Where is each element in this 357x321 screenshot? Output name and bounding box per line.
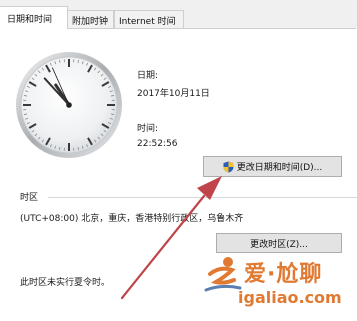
time-label: 时间:: [137, 124, 159, 134]
tab-internet-time[interactable]: Internet 时间: [114, 10, 184, 29]
change-timezone-label: 更改时区(Z)...: [250, 239, 308, 250]
uac-shield-icon: [223, 161, 234, 173]
clock-center-pin: [66, 102, 72, 108]
date-label: 日期:: [137, 71, 159, 81]
tab-additional-clocks[interactable]: 附加时钟: [68, 10, 114, 29]
change-date-time-button[interactable]: 更改日期和时间(D)...: [203, 156, 342, 177]
change-date-time-label: 更改日期和时间(D)...: [236, 163, 323, 173]
analog-clock: [16, 52, 122, 158]
tab-additional-clocks-label: 附加时钟: [72, 17, 109, 27]
timezone-group-label: 时区: [20, 193, 39, 203]
change-timezone-button[interactable]: 更改时区(Z)...: [216, 233, 342, 253]
watermark-logo-icon: [204, 257, 242, 292]
time-value: 22:52:56: [137, 139, 178, 149]
date-value: 2017年10月11日: [137, 89, 210, 99]
tab-internet-time-label: Internet 时间: [119, 17, 176, 27]
timezone-value: (UTC+08:00) 北京，重庆，香港特别行政区，乌鲁木齐: [20, 214, 244, 224]
dst-note: 此时区未实行夏令时。: [20, 278, 111, 288]
tab-date-and-time[interactable]: 日期和时间: [0, 6, 68, 29]
timezone-group-divider: [48, 197, 357, 198]
watermark-line2: igaliao.com: [238, 288, 342, 307]
date-time-dialog: 日期和时间 附加时钟 Internet 时间 日期: 2017年10月11日 时…: [0, 0, 357, 321]
watermark-line1: 爱·尬聊: [244, 262, 323, 287]
tab-date-and-time-label: 日期和时间: [7, 15, 53, 25]
site-watermark: 爱·尬聊 igaliao.com: [200, 252, 357, 318]
tab-strip: 日期和时间 附加时钟 Internet 时间: [0, 0, 357, 29]
